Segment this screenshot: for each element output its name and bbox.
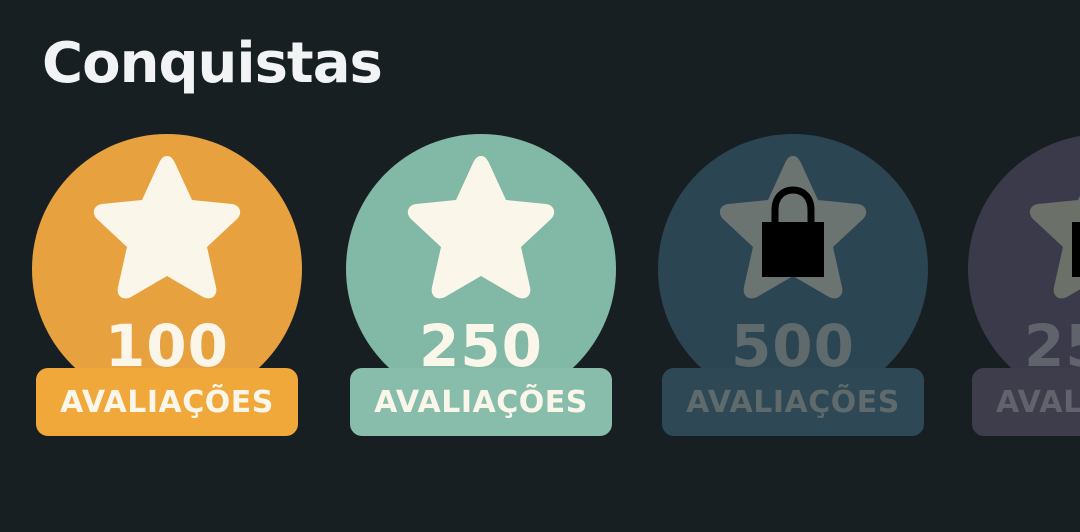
star-icon: [32, 134, 302, 324]
locked-star-icon: [658, 134, 928, 324]
locked-star-icon: [968, 134, 1080, 324]
achievement-badge-500-locked[interactable]: 500 AVALIAÇÕES: [658, 134, 928, 438]
badge-label: AVALIAÇÕES: [686, 385, 900, 420]
achievement-badge-250[interactable]: 250 AVALIAÇÕES: [346, 134, 616, 438]
achievement-badge-partial-locked[interactable]: 25 AVAL: [968, 134, 1080, 438]
achievement-badge-row: 100 AVALIAÇÕES 250 AVALIAÇÕES 500 AVALIA…: [0, 0, 1080, 532]
achievement-badge-100[interactable]: 100 AVALIAÇÕES: [32, 134, 302, 438]
badge-label: AVALIAÇÕES: [60, 385, 274, 420]
badge-label: AVAL: [996, 385, 1080, 420]
star-icon: [346, 134, 616, 324]
badge-label: AVALIAÇÕES: [374, 385, 588, 420]
achievements-screen: Conquistas 100 AVALIAÇÕES 250 AVALIAÇÕES…: [0, 0, 1080, 532]
